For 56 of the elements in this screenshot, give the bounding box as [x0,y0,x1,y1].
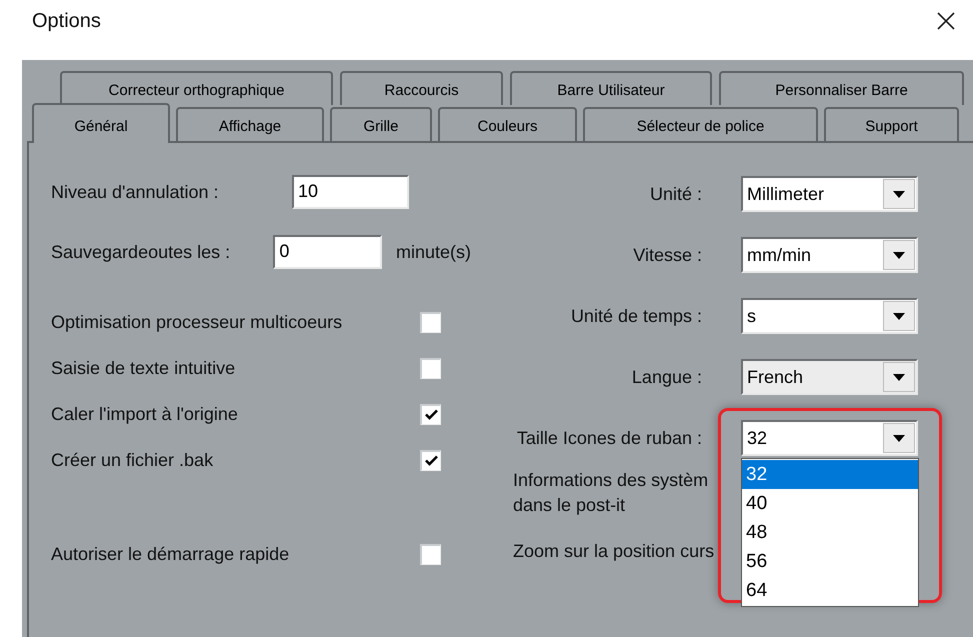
checkbox[interactable] [420,450,441,470]
dropdown-arrow-button[interactable] [883,179,915,209]
checkbox[interactable] [420,358,441,378]
checkbox-label: Créer un fichier .bak [51,448,214,472]
input-field[interactable]: 10 [292,175,409,209]
checkbox[interactable] [420,312,441,332]
checkbox-label: Saisie de texte intuitive [51,356,236,380]
dropdown-arrow-button[interactable] [883,423,915,453]
field-label: Vitesse : [632,244,703,266]
checkbox-label: Caler l'import à l'origine [51,402,239,426]
tab[interactable]: Correcteur orthographique [60,71,333,105]
checkbox-label: Optimisation processeur multicoeurs [51,310,344,334]
tab[interactable]: Couleurs [438,107,577,141]
caret-icon [893,190,905,198]
checkbox-label: Autoriser le démarrage rapide [51,542,290,566]
tab[interactable]: Personnaliser Barre [719,71,964,105]
tab[interactable]: Raccourcis [340,71,503,105]
dropdown-arrow-button[interactable] [883,240,915,270]
dropdown-option[interactable]: 32 [742,460,918,489]
option-label: Informations des systèm dans le post-it [513,469,708,517]
caret-icon [893,434,905,442]
unit-label: minute(s) [396,240,471,264]
tab[interactable]: Général [32,103,170,143]
dropdown-option[interactable]: 40 [742,489,918,518]
dropdown-arrow-button[interactable] [883,301,915,331]
dropdown[interactable]: Millimeter [741,176,918,212]
option-label: Zoom sur la position curs [513,540,714,563]
checkbox[interactable] [420,404,441,424]
checkbox[interactable] [420,544,441,564]
tab[interactable]: Sélecteur de police [583,107,818,141]
window-title: Options [32,9,101,34]
caret-icon [893,312,905,320]
caret-icon [893,374,905,380]
field-label: Unité de temps : [570,304,703,328]
tab[interactable]: Grille [330,107,432,141]
dropdown[interactable]: French [741,359,918,395]
tab[interactable]: Affichage [176,107,324,141]
field-label: Taille Icones de ruban : [516,426,703,450]
tab[interactable]: Barre Utilisateur [510,71,712,105]
dropdown-option[interactable]: 64 [742,576,918,605]
caret-icon [893,252,905,258]
tab[interactable]: Support [824,107,959,141]
field-label: Sauvegardeoutes les : [51,240,232,264]
checkmark-icon [424,409,438,420]
dropdown-option[interactable]: 48 [742,518,918,547]
field-label: Unité : [648,182,703,206]
dropdown[interactable]: mm/min [741,237,918,273]
field-label: Niveau d'annulation : [51,180,220,204]
close-icon[interactable] [937,12,955,30]
dropdown[interactable]: s [741,298,918,334]
field-label: Langue : [630,366,703,389]
dropdown[interactable]: 32 [741,420,918,456]
checkmark-icon [424,455,438,466]
dropdown-option[interactable]: 56 [742,547,918,576]
input-field[interactable]: 0 [273,235,382,269]
dropdown-arrow-button[interactable] [883,362,915,392]
